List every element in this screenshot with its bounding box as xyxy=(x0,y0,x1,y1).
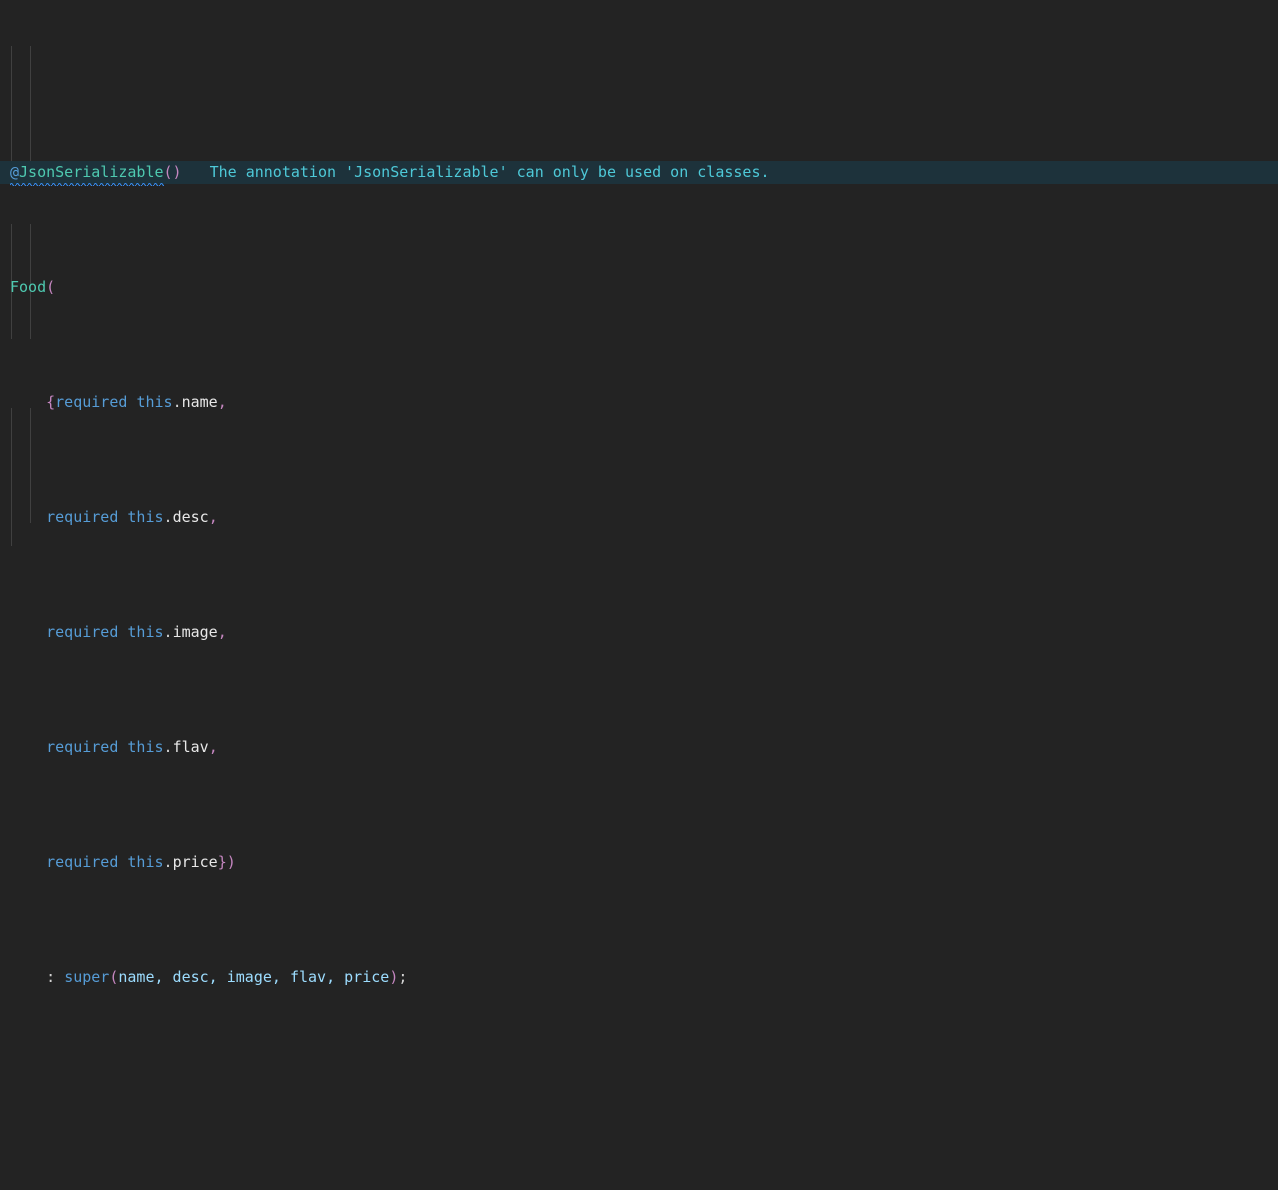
code-line-param-image[interactable]: required this.image, xyxy=(0,621,1278,644)
keyword-required: required xyxy=(46,623,119,641)
close-paren: ) xyxy=(389,968,399,986)
keyword-super: super xyxy=(64,968,110,986)
keyword-this: this xyxy=(127,853,164,871)
open-paren: ( xyxy=(46,278,56,296)
close-brace-paren: }) xyxy=(217,853,236,871)
colon: : xyxy=(46,968,65,986)
type-name: Food xyxy=(10,278,47,296)
inline-diagnostic-info[interactable]: The annotation 'JsonSerializable' can on… xyxy=(182,163,770,181)
annotation-token: @JsonSerializable xyxy=(10,161,164,186)
code-line-param-name[interactable]: {required this.name, xyxy=(0,391,1278,414)
code-line-annotation[interactable]: @JsonSerializable() The annotation 'JsonS… xyxy=(0,161,1278,186)
code-editor-viewport[interactable]: @JsonSerializable() The annotation 'JsonS… xyxy=(0,0,1278,986)
comma: , xyxy=(217,623,227,641)
keyword-this: this xyxy=(136,393,173,411)
code-line-param-flav[interactable]: required this.flav, xyxy=(0,736,1278,759)
keyword-required: required xyxy=(46,508,119,526)
code-line-blank[interactable] xyxy=(0,1081,1278,1104)
open-brace: { xyxy=(46,393,56,411)
keyword-this: this xyxy=(127,738,164,756)
dot: . xyxy=(163,508,173,526)
annotation-parens: () xyxy=(163,163,182,181)
property-name: price xyxy=(172,853,218,871)
dot: . xyxy=(172,393,182,411)
code-line-param-price[interactable]: required this.price}) xyxy=(0,851,1278,874)
property-name: image xyxy=(172,623,218,641)
open-paren: ( xyxy=(109,968,119,986)
dot: . xyxy=(163,623,173,641)
code-line-param-desc[interactable]: required this.desc, xyxy=(0,506,1278,529)
code-line-constructor-signature[interactable]: Food( xyxy=(0,276,1278,299)
keyword-this: this xyxy=(127,623,164,641)
comma: , xyxy=(208,508,218,526)
dot: . xyxy=(163,738,173,756)
keyword-required: required xyxy=(46,738,119,756)
dot: . xyxy=(163,853,173,871)
super-arguments: name, desc, image, flav, price xyxy=(118,968,390,986)
semicolon: ; xyxy=(398,968,408,986)
property-name: name xyxy=(181,393,218,411)
property-name: desc xyxy=(172,508,209,526)
property-name: flav xyxy=(172,738,209,756)
comma: , xyxy=(217,393,227,411)
code-line-super-call[interactable]: : super(name, desc, image, flav, price); xyxy=(0,966,1278,989)
annotation-name: JsonSerializable xyxy=(19,163,164,181)
comma: , xyxy=(208,738,218,756)
keyword-required: required xyxy=(46,853,119,871)
keyword-required: required xyxy=(55,393,128,411)
keyword-this: this xyxy=(127,508,164,526)
at-sign-icon: @ xyxy=(10,163,20,181)
